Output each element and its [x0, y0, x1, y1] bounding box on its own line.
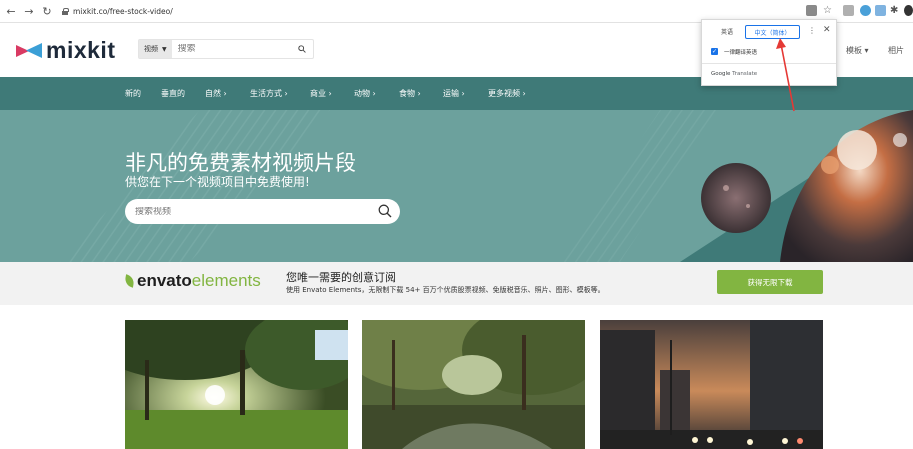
unlimited-download-button[interactable]: 获得无限下载	[717, 270, 823, 294]
category-new[interactable]: 新的	[125, 88, 141, 99]
extension-icon-2[interactable]	[860, 5, 871, 16]
puzzle-icon[interactable]: ✱	[890, 5, 901, 16]
close-icon[interactable]: ✕	[823, 25, 831, 35]
mixkit-logo[interactable]: mixkit	[16, 37, 115, 64]
reload-icon[interactable]: ↻	[40, 4, 54, 18]
search-icon[interactable]	[298, 45, 306, 53]
more-options-icon[interactable]: ⋮	[808, 26, 816, 35]
google-translate-popup: 英语 中文（简体） ⋮ ✕ ✓ 一律翻译英语 Google Translate	[701, 19, 837, 86]
category-animals[interactable]: 动物 ›	[354, 88, 376, 99]
extension-icon-1[interactable]	[843, 5, 854, 16]
envato-heading: 您唯一需要的创意订阅	[286, 271, 396, 284]
video-thumbnail-image	[125, 320, 348, 449]
category-more-videos[interactable]: 更多视频 ›	[488, 88, 526, 99]
search-category-select[interactable]: 视频 ▼	[139, 40, 172, 58]
video-thumbnail-park-sunset[interactable]	[125, 320, 348, 449]
video-thumbnail-city-street[interactable]	[600, 320, 823, 449]
always-translate-checkbox[interactable]: ✓	[711, 48, 718, 55]
back-arrow-icon[interactable]: ←	[4, 4, 18, 18]
hero-search-box	[125, 199, 400, 224]
divider	[702, 63, 836, 64]
category-transport[interactable]: 运输 ›	[443, 88, 465, 99]
hero-subtitle: 供您在下一个视频项目中免费使用!	[125, 175, 310, 189]
category-business[interactable]: 商业 ›	[310, 88, 332, 99]
video-thumbnail-forest-creek[interactable]	[362, 320, 585, 449]
category-nature[interactable]: 自然 ›	[205, 88, 227, 99]
mixkit-logo-mark-icon	[16, 43, 42, 58]
hero-search-input[interactable]	[135, 206, 355, 217]
search-input[interactable]	[177, 44, 288, 54]
hero-banner: 非凡的免费素材视频片段 供您在下一个视频项目中免费使用!	[0, 110, 913, 262]
address-bar[interactable]: mixkit.co/free-stock-video/	[62, 7, 173, 16]
envato-elements-logo[interactable]: envato elements	[124, 271, 261, 291]
forward-arrow-icon[interactable]: →	[22, 4, 36, 18]
google-translate-brand: Google Translate	[711, 71, 758, 77]
url-text: mixkit.co/free-stock-video/	[73, 6, 173, 16]
search-category-value: 视频	[144, 45, 158, 53]
logo-text: mixkit	[46, 37, 116, 63]
caret-down-icon: ▼	[162, 45, 167, 53]
envato-leaf-icon	[124, 274, 135, 288]
translate-extension-icon[interactable]	[806, 5, 817, 16]
header-link-photos[interactable]: 相片	[888, 45, 904, 56]
envato-promo-banner: envato elements 您唯一需要的创意订阅 使用 Envato Ele…	[0, 262, 913, 305]
profile-avatar-icon[interactable]	[904, 5, 913, 16]
category-food[interactable]: 食物 ›	[399, 88, 421, 99]
video-thumbnail-image	[362, 320, 585, 449]
extension-icon-3[interactable]	[875, 5, 886, 16]
lock-icon	[62, 7, 69, 15]
bookmark-star-icon[interactable]: ☆	[823, 5, 834, 16]
video-thumbnail-image	[600, 320, 823, 449]
header-link-templates[interactable]: 模板 ▾	[846, 45, 869, 56]
tab-target-language[interactable]: 中文（简体）	[745, 25, 800, 39]
always-translate-label: 一律翻译英语	[724, 50, 758, 56]
category-vertical[interactable]: 垂直的	[161, 88, 185, 99]
site-search: 视频 ▼	[138, 39, 314, 59]
search-icon[interactable]	[378, 204, 392, 218]
envato-description: 使用 Envato Elements，无限制下载 54+ 百万个优质股票视频、免…	[286, 286, 605, 294]
tab-source-language[interactable]: 英语	[721, 27, 733, 36]
category-lifestyle[interactable]: 生活方式 ›	[250, 88, 288, 99]
